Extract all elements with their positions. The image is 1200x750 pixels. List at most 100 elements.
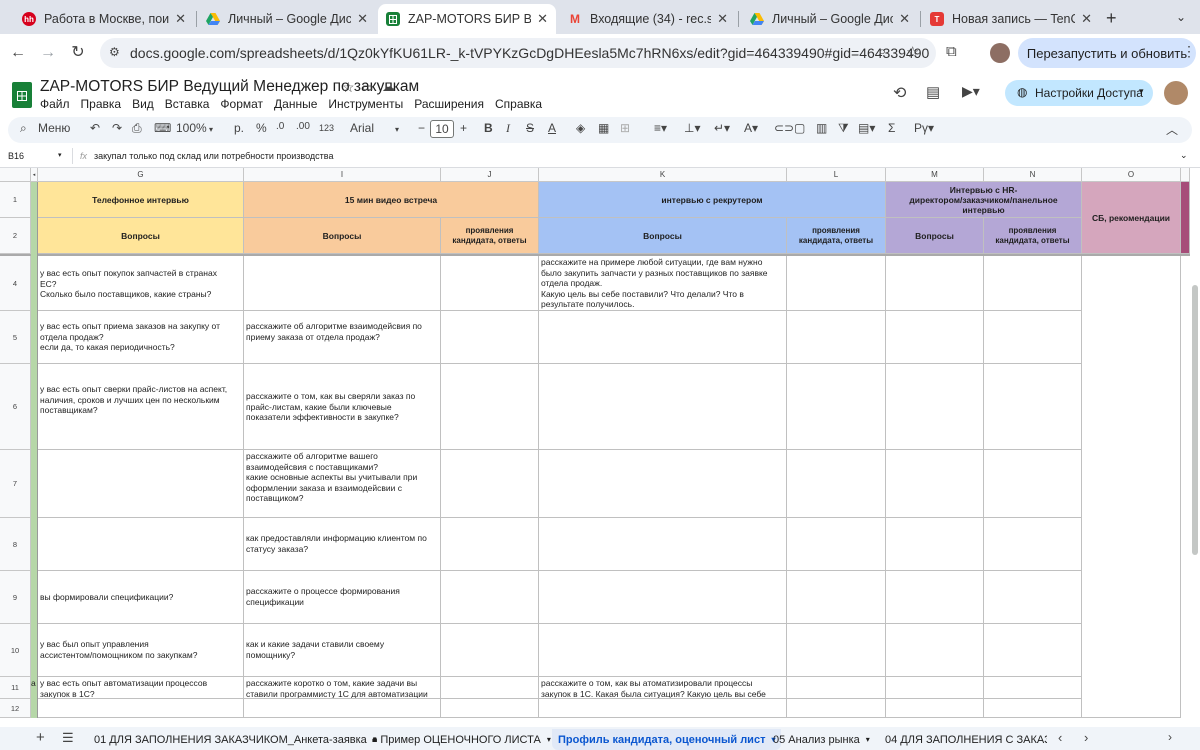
italic-icon[interactable]: I — [506, 121, 510, 136]
horizontal-align-icon[interactable]: ≡▾ — [654, 121, 667, 135]
menu-format[interactable]: Формат — [220, 97, 263, 111]
relaunch-update-button[interactable]: Перезапустить и обновить — [1018, 38, 1196, 68]
table-cell[interactable] — [441, 699, 539, 718]
name-box[interactable]: B16 — [8, 151, 24, 161]
filter-views-icon[interactable]: ▤▾ — [858, 121, 875, 135]
table-cell[interactable] — [539, 571, 787, 624]
table-cell[interactable]: расскажите об алгоритме вашего взаимодей… — [244, 450, 441, 518]
column-header-m[interactable]: M — [886, 168, 984, 182]
search-menus-field[interactable]: Меню — [38, 121, 70, 135]
star-icon[interactable]: ☆ — [342, 79, 355, 96]
decrease-decimal-button[interactable]: .0 — [276, 121, 284, 132]
omnibox[interactable]: ⚙ docs.google.com/spreadsheets/d/1Qz0kYf… — [100, 38, 936, 68]
hidden-columns-indicator[interactable]: ◂ — [31, 168, 38, 182]
print-icon[interactable]: ⎙ — [132, 121, 142, 136]
vertical-align-icon[interactable]: ⊥▾ — [684, 121, 700, 135]
table-cell[interactable] — [787, 256, 886, 311]
row-header[interactable]: 8 — [0, 518, 31, 571]
table-cell[interactable] — [539, 624, 787, 677]
section-hr-interview[interactable]: Интервью с HR- директором/заказчиком/пан… — [886, 182, 1082, 218]
table-cell[interactable] — [984, 571, 1082, 624]
section-security-references[interactable]: СБ, рекомендации — [1082, 182, 1181, 254]
vertical-scrollbar[interactable] — [1192, 285, 1198, 555]
table-cell[interactable]: вы формировали спецификации? — [38, 571, 244, 624]
column-header-l[interactable]: L — [787, 168, 886, 182]
functions-icon[interactable]: Σ — [888, 121, 895, 135]
table-cell[interactable] — [38, 699, 244, 718]
sidebar-toggle-icon[interactable]: › — [1168, 730, 1172, 744]
font-size-increase-icon[interactable]: + — [460, 121, 467, 135]
fill-color-icon[interactable]: ◈ — [576, 121, 585, 135]
column-header-g[interactable]: G — [38, 168, 244, 182]
sheet-tab[interactable]: 04 ДЛЯ ЗАПОЛНЕНИЯ С ЗАКАЗЧИ — [879, 729, 1047, 750]
formula-input[interactable]: закупал только под склад или потребности… — [94, 151, 333, 161]
extensions-icon[interactable]: ⧉ — [946, 43, 957, 60]
table-cell[interactable] — [984, 450, 1082, 518]
table-cell[interactable] — [787, 450, 886, 518]
row-header[interactable]: 2 — [0, 218, 31, 254]
table-cell[interactable] — [984, 699, 1082, 718]
table-cell[interactable] — [886, 624, 984, 677]
browser-tab-drive[interactable]: Личный – Google Диск ✕ — [198, 4, 376, 34]
sheet-tab[interactable]: 01 ДЛЯ ЗАПОЛНЕНИЯ ЗАКАЗЧИКОМ_Анкета-заяв… — [88, 729, 383, 750]
table-cell[interactable] — [244, 699, 441, 718]
browser-tab-drive-2[interactable]: Личный – Google Диск ✕ — [742, 4, 918, 34]
browser-tab-tenchat[interactable]: T Новая запись — TenChat ✕ — [922, 4, 1100, 34]
table-cell[interactable] — [984, 364, 1082, 450]
increase-decimal-button[interactable]: .00 — [296, 121, 310, 132]
tab-search-chevron-icon[interactable]: ⌄ — [1176, 10, 1186, 24]
menu-view[interactable]: Вид — [132, 97, 154, 111]
history-icon[interactable]: ⟲ — [893, 83, 906, 103]
insert-link-icon[interactable]: ⊂⊃ — [774, 121, 794, 135]
partial-colored-cell[interactable] — [1181, 182, 1190, 254]
row-header[interactable]: 5 — [0, 311, 31, 364]
scroll-tabs-left-icon[interactable]: ‹ — [1058, 730, 1062, 745]
table-cell[interactable] — [984, 311, 1082, 364]
table-cell[interactable] — [787, 677, 886, 699]
table-cell[interactable]: расскажите об алгоритме взаимодейсвия по… — [244, 311, 441, 364]
subheader-questions-k[interactable]: Вопросы — [539, 218, 787, 254]
menu-tools[interactable]: Инструменты — [328, 97, 403, 111]
table-cell[interactable] — [787, 699, 886, 718]
bookmark-star-icon[interactable]: ☆ — [906, 43, 919, 61]
table-cell[interactable] — [441, 450, 539, 518]
close-icon[interactable]: ✕ — [537, 11, 548, 27]
table-cell[interactable] — [441, 256, 539, 311]
table-cell[interactable] — [886, 571, 984, 624]
table-cell[interactable] — [787, 311, 886, 364]
collapse-toolbar-icon[interactable]: ︿ — [1166, 121, 1178, 138]
back-icon[interactable]: ← — [8, 43, 28, 63]
table-cell[interactable] — [441, 518, 539, 571]
table-cell[interactable] — [984, 677, 1082, 699]
share-dropdown-icon[interactable]: ▾ — [1139, 86, 1144, 97]
font-family-select[interactable]: Arial — [350, 121, 374, 135]
row-header[interactable]: 11 — [0, 677, 31, 699]
subheader-questions-i[interactable]: Вопросы — [244, 218, 441, 254]
zoom-select[interactable]: 100% — [176, 121, 207, 135]
table-cell[interactable] — [787, 518, 886, 571]
column-header-n[interactable]: N — [984, 168, 1082, 182]
paint-format-icon[interactable]: ⌨ — [154, 121, 171, 135]
table-cell[interactable] — [441, 677, 539, 699]
table-cell[interactable] — [441, 624, 539, 677]
expand-formula-icon[interactable]: ⌄ — [1180, 150, 1188, 161]
table-cell[interactable] — [886, 450, 984, 518]
table-cell[interactable] — [539, 311, 787, 364]
row-header[interactable]: 12 — [0, 699, 31, 718]
font-size-input[interactable]: 10 — [430, 120, 454, 138]
section-video-meeting[interactable]: 15 мин видео встреча — [244, 182, 539, 218]
more-menu-icon[interactable]: ⋮ — [1182, 43, 1196, 60]
row-header[interactable]: 1 — [0, 182, 31, 218]
column-header-o[interactable]: O — [1082, 168, 1181, 182]
url-text[interactable]: docs.google.com/spreadsheets/d/1Qz0kYfKU… — [130, 45, 929, 61]
row-header[interactable]: 9 — [0, 571, 31, 624]
table-cell[interactable] — [984, 256, 1082, 311]
undo-icon[interactable]: ↶ — [90, 121, 100, 135]
menu-file[interactable]: Файл — [40, 97, 70, 111]
currency-format-button[interactable]: р. — [234, 121, 244, 135]
move-folder-icon[interactable]: ▭ — [362, 80, 373, 94]
bold-icon[interactable]: B — [484, 121, 493, 135]
strikethrough-icon[interactable]: S — [526, 121, 534, 135]
table-cell[interactable]: у вас есть опыт сверки прайс-листов на а… — [38, 364, 244, 450]
menu-insert[interactable]: Вставка — [165, 97, 210, 111]
